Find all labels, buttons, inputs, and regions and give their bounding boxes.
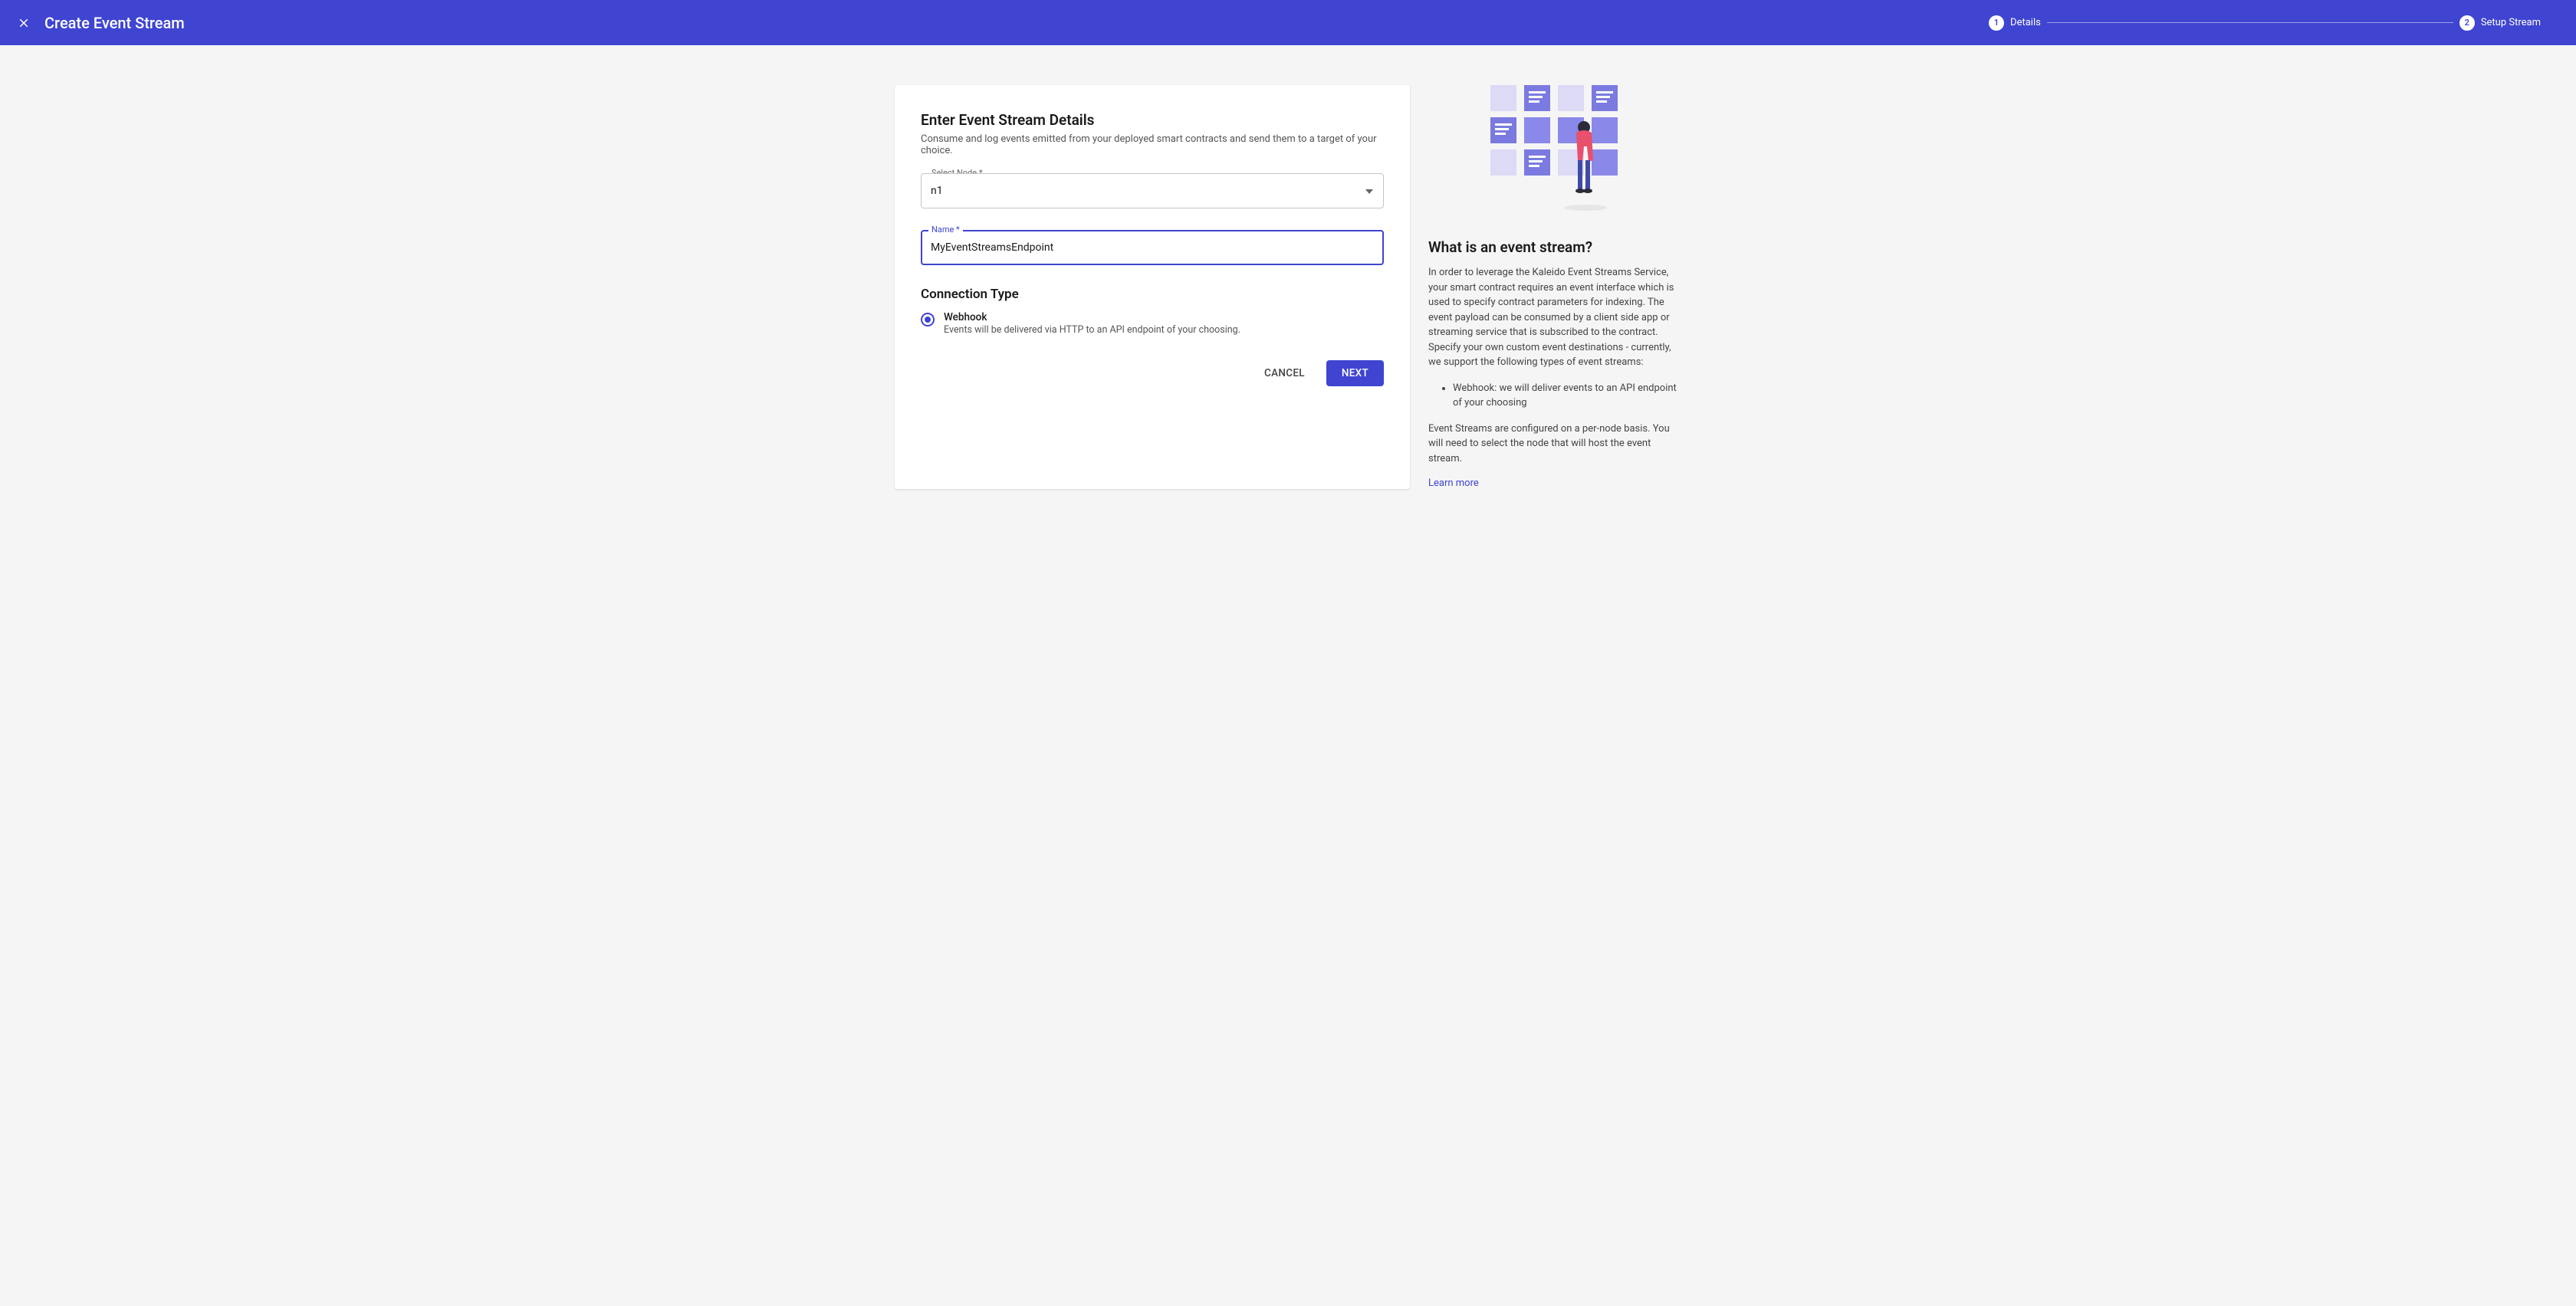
select-node-dropdown[interactable]: n1 [921,173,1384,208]
cancel-button[interactable]: CANCEL [1249,360,1320,386]
learn-more-link[interactable]: Learn more [1428,477,1479,489]
step-1-circle: 1 [1989,15,2004,31]
side-panel: What is an event stream? In order to lev… [1428,85,1681,489]
form-card: Enter Event Stream Details Consume and l… [895,85,1410,489]
side-bullets: Webhook: we will deliver events to an AP… [1428,381,1681,411]
main-content: Enter Event Stream Details Consume and l… [0,45,2576,529]
side-paragraph-2: Event Streams are configured on a per-no… [1428,422,1681,467]
radio-selected-icon [921,313,935,326]
step-1-label: Details [2010,17,2041,28]
illustration [1428,85,1681,215]
webhook-desc: Events will be delivered via HTTP to an … [944,324,1240,336]
next-button[interactable]: NEXT [1326,360,1384,386]
name-field: Name * [921,230,1384,265]
step-setup-stream: 2 Setup Stream [2459,15,2541,31]
close-icon [17,16,31,30]
connection-type-heading: Connection Type [921,287,1384,302]
name-label: Name * [928,225,963,235]
select-node-value: n1 [921,173,1384,208]
step-2-label: Setup Stream [2481,17,2541,28]
step-connector [2047,22,2453,23]
step-2-circle: 2 [2459,15,2475,31]
name-input[interactable] [921,230,1384,265]
webhook-option[interactable]: Webhook Events will be delivered via HTT… [921,311,1384,336]
side-heading: What is an event stream? [1428,238,1681,256]
side-bullet-webhook: Webhook: we will deliver events to an AP… [1453,381,1681,411]
select-node-field: Select Node * n1 [921,173,1384,208]
person-tiles-illustration [1478,85,1631,215]
form-subheading: Consume and log events emitted from your… [921,133,1384,156]
page-title: Create Event Stream [44,14,185,32]
step-details: 1 Details [1989,15,2041,31]
header-bar: Create Event Stream 1 Details 2 Setup St… [0,0,2576,45]
form-actions: CANCEL NEXT [921,360,1384,386]
webhook-label: Webhook [944,311,1240,323]
form-heading: Enter Event Stream Details [921,111,1384,129]
stepper: 1 Details 2 Setup Stream [1989,15,2559,31]
close-button[interactable] [17,16,31,30]
side-paragraph-1: In order to leverage the Kaleido Event S… [1428,265,1681,370]
